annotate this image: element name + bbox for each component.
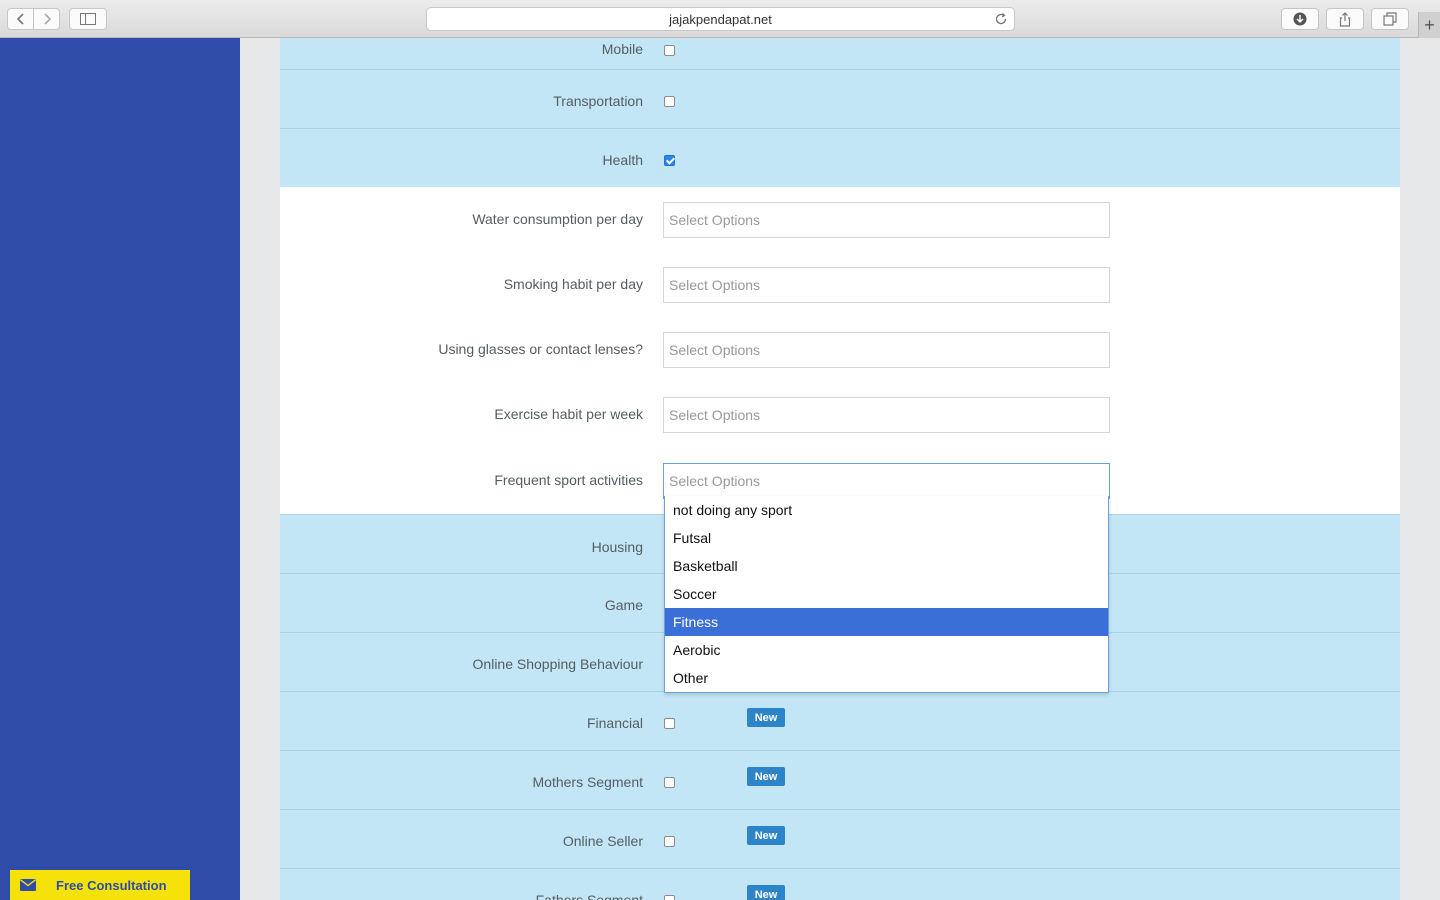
reload-icon[interactable]	[994, 12, 1008, 29]
category-label: Housing	[591, 539, 643, 555]
category-checkbox[interactable]	[664, 96, 675, 107]
category-checkbox[interactable]	[664, 836, 675, 847]
category-checkbox[interactable]	[664, 895, 675, 900]
category-checkbox[interactable]	[664, 718, 675, 729]
option-futsal[interactable]: Futsal	[665, 524, 1108, 552]
option-other[interactable]: Other	[665, 664, 1108, 692]
sport-activities-dropdown: not doing any sport Futsal Basketball So…	[664, 496, 1109, 693]
share-icon	[1339, 11, 1351, 27]
field-label: Smoking habit per day	[503, 276, 643, 292]
download-icon	[1293, 12, 1307, 26]
share-button[interactable]	[1326, 8, 1364, 30]
new-badge: New	[747, 708, 785, 727]
field-smoking-habit: Smoking habit per day Select Options	[280, 267, 1400, 303]
right-gutter	[1400, 38, 1440, 900]
tabs-overview-button[interactable]	[1371, 8, 1409, 30]
left-gutter	[240, 38, 280, 900]
new-tab-button[interactable]: +	[1418, 12, 1440, 38]
category-row-financial: Financial New	[280, 692, 1400, 751]
select-glasses[interactable]: Select Options	[663, 332, 1110, 368]
category-row-transportation: Transportation	[280, 70, 1400, 129]
select-exercise-habit[interactable]: Select Options	[663, 397, 1110, 433]
category-label: Fathers Segment	[535, 892, 643, 900]
new-badge: New	[747, 826, 785, 845]
plus-icon: +	[1424, 14, 1435, 35]
back-button[interactable]	[8, 9, 33, 29]
category-label: Mothers Segment	[532, 774, 644, 790]
category-label: Game	[604, 597, 643, 613]
category-label: Online Seller	[562, 833, 643, 849]
select-sport-activities[interactable]: Select Options	[663, 463, 1110, 499]
health-details-panel: Water consumption per day Select Options…	[280, 187, 1400, 514]
category-row-mothers-segment: Mothers Segment New	[280, 751, 1400, 810]
option-soccer[interactable]: Soccer	[665, 580, 1108, 608]
category-label: Transportation	[553, 93, 643, 109]
field-label: Using glasses or contact lenses?	[438, 341, 643, 357]
option-basketball[interactable]: Basketball	[665, 552, 1108, 580]
field-exercise-habit: Exercise habit per week Select Options	[280, 397, 1400, 433]
category-row-mobile: Mobile	[280, 38, 1400, 70]
field-label: Water consumption per day	[472, 211, 643, 227]
option-not-doing-any-sport[interactable]: not doing any sport	[665, 496, 1108, 524]
category-row-health: Health	[280, 129, 1400, 187]
sidebar-toggle-button[interactable]	[69, 8, 107, 30]
category-row-online-seller: Online Seller New	[280, 810, 1400, 869]
envelope-icon	[10, 870, 46, 900]
browser-toolbar: jajakpendapat.net +	[0, 0, 1440, 38]
category-checkbox[interactable]	[664, 777, 675, 788]
category-row-fathers-segment: Fathers Segment New	[280, 869, 1400, 900]
chevron-right-icon	[44, 13, 51, 25]
sidebar-icon	[80, 13, 96, 25]
category-checkbox-checked[interactable]	[664, 155, 675, 166]
sidebar	[0, 38, 240, 900]
category-label: Online Shopping Behaviour	[472, 656, 643, 672]
select-water-consumption[interactable]: Select Options	[663, 202, 1110, 238]
category-label: Financial	[586, 715, 643, 731]
option-aerobic[interactable]: Aerobic	[665, 636, 1108, 664]
field-label: Exercise habit per week	[494, 406, 643, 422]
new-badge: New	[747, 885, 785, 900]
survey-form: Mobile Transportation Health Water consu…	[280, 38, 1400, 900]
category-checkbox[interactable]	[664, 45, 675, 56]
chevron-left-icon	[16, 13, 24, 25]
field-label: Frequent sport activities	[494, 472, 643, 488]
url-text: jajakpendapat.net	[669, 11, 772, 27]
new-badge: New	[747, 767, 785, 786]
free-consultation-button[interactable]: Free Consultation	[10, 870, 190, 900]
field-water-consumption: Water consumption per day Select Options	[280, 202, 1400, 238]
option-fitness[interactable]: Fitness	[665, 608, 1108, 636]
address-bar[interactable]: jajakpendapat.net	[426, 7, 1015, 31]
tabs-icon	[1383, 12, 1397, 26]
category-label: Mobile	[601, 41, 643, 57]
forward-button[interactable]	[33, 9, 59, 29]
downloads-button[interactable]	[1281, 8, 1319, 30]
field-glasses: Using glasses or contact lenses? Select …	[280, 332, 1400, 368]
category-label: Health	[602, 152, 643, 168]
nav-buttons	[7, 8, 60, 30]
field-sport-activities: Frequent sport activities Select Options	[280, 463, 1400, 499]
free-consultation-label: Free Consultation	[56, 877, 167, 893]
select-smoking-habit[interactable]: Select Options	[663, 267, 1110, 303]
